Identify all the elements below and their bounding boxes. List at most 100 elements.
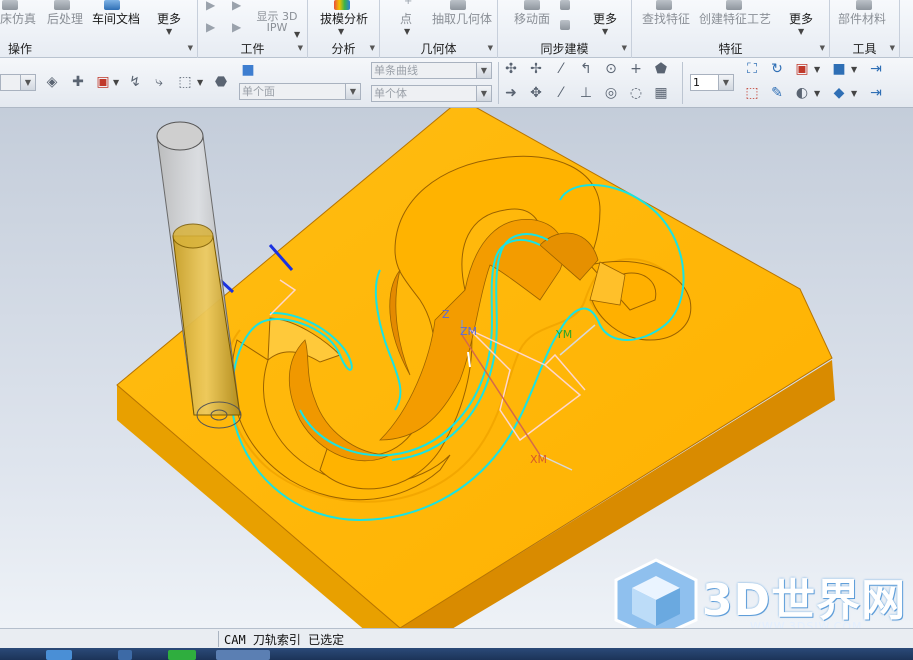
chevron-down-icon[interactable]: ▼ [197, 78, 203, 87]
group-label: 操作 [8, 42, 33, 56]
group-sync-modeling: 移动面 更多 ▼ 同步建模 ▼ [498, 0, 632, 58]
snap-grid-icon[interactable]: ▦ [653, 85, 669, 101]
snap-face-icon[interactable]: ⬟ [653, 61, 669, 77]
chevron-down-icon[interactable]: ▼ [814, 65, 820, 74]
features-more-button[interactable]: 更多 [789, 10, 813, 27]
taskbar-app-icon[interactable] [118, 650, 132, 660]
layer-icon[interactable]: ⇥ [868, 61, 884, 77]
group-label: 几何体 [420, 42, 457, 56]
chevron-down-icon[interactable]: ▼ [20, 75, 35, 90]
rectangle-select-icon[interactable]: ⬚ [177, 74, 193, 90]
sync-more-button[interactable]: 更多 [593, 10, 617, 27]
type-filter-combo[interactable]: ▼ [0, 74, 36, 91]
cube-icon[interactable]: ■ [240, 62, 256, 78]
display-3d-ipw-button[interactable]: 显示 3D IPW [255, 11, 299, 33]
machine-simulation-button[interactable]: 床仿真 [0, 10, 36, 27]
curve-select-icon[interactable]: ⤷ [151, 74, 167, 90]
select-box-icon[interactable]: ▣ [95, 74, 111, 90]
point-button[interactable]: 点 [400, 10, 412, 27]
snap-bounded-icon[interactable]: ◌ [628, 85, 644, 101]
chevron-down-icon[interactable]: ▼ [294, 30, 300, 39]
play-icon[interactable]: ▶ [232, 0, 241, 12]
fit-view-icon[interactable]: ⛶ [744, 61, 760, 77]
lasso-icon[interactable]: ↯ [127, 74, 143, 90]
step-icon[interactable]: ▶ [232, 20, 241, 34]
extract-geometry-button[interactable]: 抽取几何体 [432, 10, 492, 27]
draft-analysis-button[interactable]: 拔模分析 [320, 10, 368, 27]
select-all-icon[interactable]: ✚ [70, 74, 86, 90]
snap-arrow-icon[interactable]: ➜ [503, 85, 519, 101]
replace-face-icon[interactable] [560, 20, 570, 30]
chevron-down-icon[interactable]: ▼ [851, 65, 857, 74]
part-material-icon [856, 0, 872, 10]
watermark-url: WWW.3DSJW.COM [750, 620, 863, 628]
snap-endpoint-icon[interactable]: ✣ [503, 61, 519, 77]
group-expand-icon[interactable]: ▼ [298, 44, 303, 52]
group-expand-icon[interactable]: ▼ [622, 44, 627, 52]
chevron-down-icon[interactable]: ▼ [718, 75, 733, 90]
play-icon[interactable]: ▶ [206, 0, 215, 12]
group-expand-icon[interactable]: ▼ [188, 44, 193, 52]
selection-toolbar: ▼ ◈ ✚ ▣ ▼ ↯ ⤷ ⬚ ▼ ⬣ ■ 单个面 ▼ 单条曲线 ▼ 单个体 ▼ ✣ … [0, 58, 913, 108]
taskbar-app-icon[interactable] [46, 650, 72, 660]
camera-icon[interactable]: ◐ [794, 85, 810, 101]
snap-tangent-icon[interactable]: ⁄ [553, 85, 569, 101]
group-features: 查找特征 创建特征工艺 更多 ▼ 特征 ▼ [632, 0, 830, 58]
snap-midpoint-icon[interactable]: ✢ [528, 61, 544, 77]
group-expand-icon[interactable]: ▼ [890, 44, 895, 52]
chevron-down-icon[interactable]: ▼ [404, 27, 410, 36]
offset-face-icon[interactable] [560, 0, 570, 10]
scale-value: 1 [693, 76, 700, 89]
snap-center-icon[interactable]: ⊙ [603, 61, 619, 77]
chevron-down-icon[interactable]: ▼ [476, 86, 491, 101]
deselect-icon[interactable]: ⬣ [213, 74, 229, 90]
find-feature-button[interactable]: 查找特征 [642, 10, 690, 27]
chevron-down-icon[interactable]: ▼ [602, 27, 608, 36]
chevron-down-icon[interactable]: ▼ [476, 63, 491, 78]
model-scene[interactable]: Z ZM YM XM [0, 108, 913, 628]
snap-perpendicular-icon[interactable]: ⊥ [578, 85, 594, 101]
group-label: 分析 [331, 42, 356, 56]
chevron-down-icon[interactable]: ▼ [798, 27, 804, 36]
curve-rule-combo[interactable]: 单条曲线 ▼ [371, 62, 492, 79]
chevron-down-icon[interactable]: ▼ [338, 27, 344, 36]
shop-doc-button[interactable]: 车间文档 [92, 10, 140, 27]
snap-quadrant-icon[interactable]: ◎ [603, 85, 619, 101]
step-icon[interactable]: ▶ [206, 20, 215, 34]
paint-icon[interactable]: ✎ [769, 85, 785, 101]
move-face-icon [524, 0, 540, 10]
taskbar-nx-button[interactable] [216, 650, 270, 660]
body-rule-combo[interactable]: 单个体 ▼ [371, 85, 492, 102]
group-label: 工件 [240, 42, 265, 56]
group-expand-icon[interactable]: ▼ [370, 44, 375, 52]
chevron-down-icon[interactable]: ▼ [814, 89, 820, 98]
move-layer-icon[interactable]: ⇥ [868, 85, 884, 101]
ops-more-button[interactable]: 更多 [157, 10, 181, 27]
graphics-viewport[interactable]: Z ZM YM XM 3D世界网 WWW.3DSJW.COM [0, 108, 913, 628]
create-feature-process-button[interactable]: 创建特征工艺 [699, 10, 771, 27]
postprocess-button[interactable]: 后处理 [47, 10, 83, 27]
rotate-view-icon[interactable]: ↻ [769, 61, 785, 77]
chevron-down-icon[interactable]: ▼ [345, 84, 360, 99]
part-material-button[interactable]: 部件材料 [838, 10, 886, 27]
move-face-button[interactable]: 移动面 [514, 10, 550, 27]
zm-axis-label: ZM [460, 325, 477, 338]
curve-rule-value: 单条曲线 [374, 64, 418, 77]
shading-icon[interactable]: ◆ [831, 85, 847, 101]
snap-intersection-icon[interactable]: + [628, 61, 644, 77]
snap-curve-icon[interactable]: ↰ [578, 61, 594, 77]
snap-control-icon[interactable]: ✥ [528, 85, 544, 101]
group-expand-icon[interactable]: ▼ [488, 44, 493, 52]
taskbar-app-icon[interactable] [168, 650, 196, 660]
group-expand-icon[interactable]: ▼ [820, 44, 825, 52]
snap-line-icon[interactable]: ⁄ [553, 61, 569, 77]
chevron-down-icon[interactable]: ▼ [166, 27, 172, 36]
select-feature-icon[interactable]: ◈ [44, 74, 60, 90]
scale-combo[interactable]: 1 ▼ [690, 74, 734, 91]
chevron-down-icon[interactable]: ▼ [113, 78, 119, 87]
chevron-down-icon[interactable]: ▼ [851, 89, 857, 98]
orient-view-icon[interactable]: ▣ [794, 61, 810, 77]
zoom-window-icon[interactable]: ⬚ [744, 85, 760, 101]
render-style-icon[interactable]: ■ [831, 61, 847, 77]
face-rule-combo[interactable]: 单个面 ▼ [239, 83, 361, 100]
